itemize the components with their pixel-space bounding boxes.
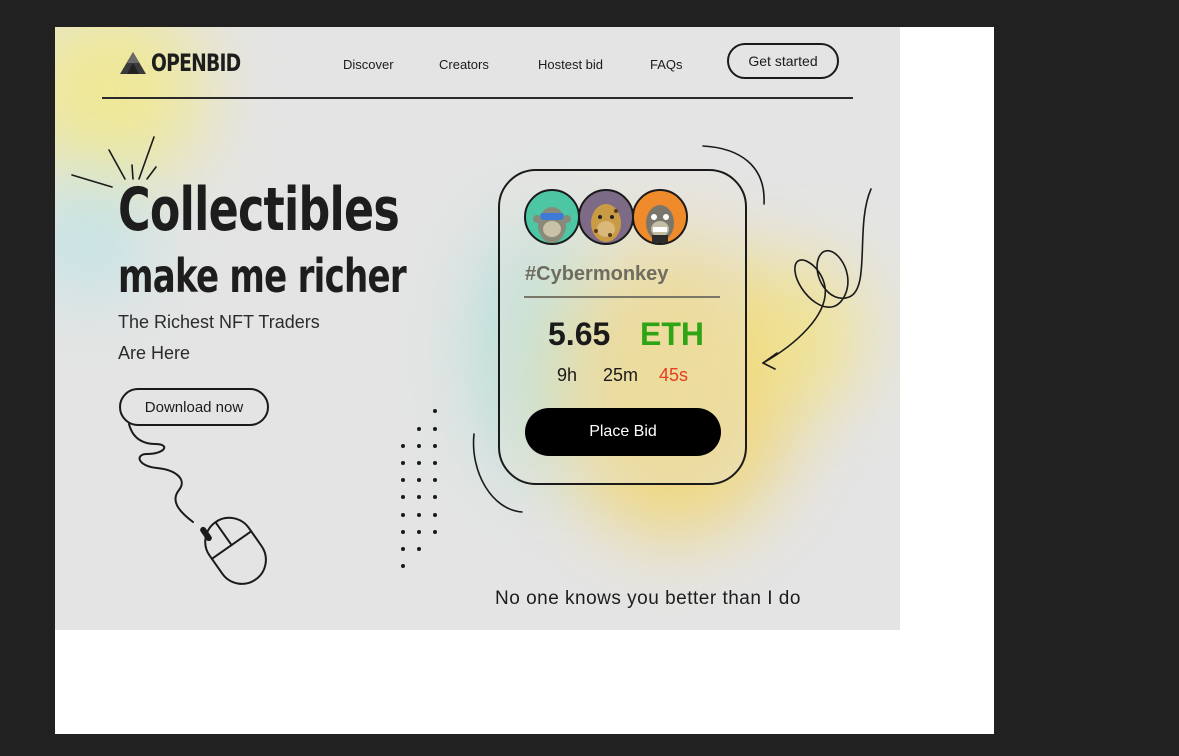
triangle-mountain-icon xyxy=(120,52,146,74)
hero-subtitle-line1: The Richest NFT Traders xyxy=(118,312,320,332)
nav-creators[interactable]: Creators xyxy=(439,57,489,72)
timer-seconds: 45s xyxy=(659,365,689,385)
ape-avatar-purple-icon[interactable] xyxy=(578,189,634,245)
hero-subtitle-line2: Are Here xyxy=(118,343,191,363)
collection-tag: #Cybermonkey xyxy=(525,263,669,285)
tag-divider xyxy=(524,296,720,298)
squiggle-arrow-icon xyxy=(762,188,872,370)
brand-logo[interactable]: OPENBID xyxy=(119,49,266,77)
place-bid-button[interactable]: Place Bid xyxy=(525,408,721,456)
dot-grid-decoration xyxy=(401,409,437,568)
ape-avatar-orange-icon[interactable] xyxy=(632,189,688,245)
ape-avatar-teal-icon[interactable] xyxy=(524,189,580,245)
download-now-button[interactable]: Download now xyxy=(119,388,269,426)
bid-currency: ETH xyxy=(640,316,704,352)
tagline: No one knows you better than I do xyxy=(495,588,801,609)
brand-name: OPENBID xyxy=(151,49,241,77)
nav-faqs[interactable]: FAQs xyxy=(650,57,683,72)
get-started-button[interactable]: Get started xyxy=(727,43,839,79)
hero-title-line2: make me richer xyxy=(118,249,407,303)
nav-discover[interactable]: Discover xyxy=(343,57,394,72)
timer-hours: 9h xyxy=(557,365,578,385)
bid-card: #Cybermonkey 5.65 ETH 9h 25m 45s Place B… xyxy=(498,169,747,485)
nav-hostest-bid[interactable]: Hostest bid xyxy=(538,57,603,72)
computer-mouse-icon xyxy=(128,423,267,585)
timer-minutes: 25m xyxy=(603,365,639,385)
hero-title-line1: Collectibles xyxy=(118,175,400,245)
bid-price: 5.65 xyxy=(548,316,611,352)
nav-divider xyxy=(102,97,853,99)
hero-section: OPENBID Discover Creators Hostest bid FA… xyxy=(55,27,900,630)
